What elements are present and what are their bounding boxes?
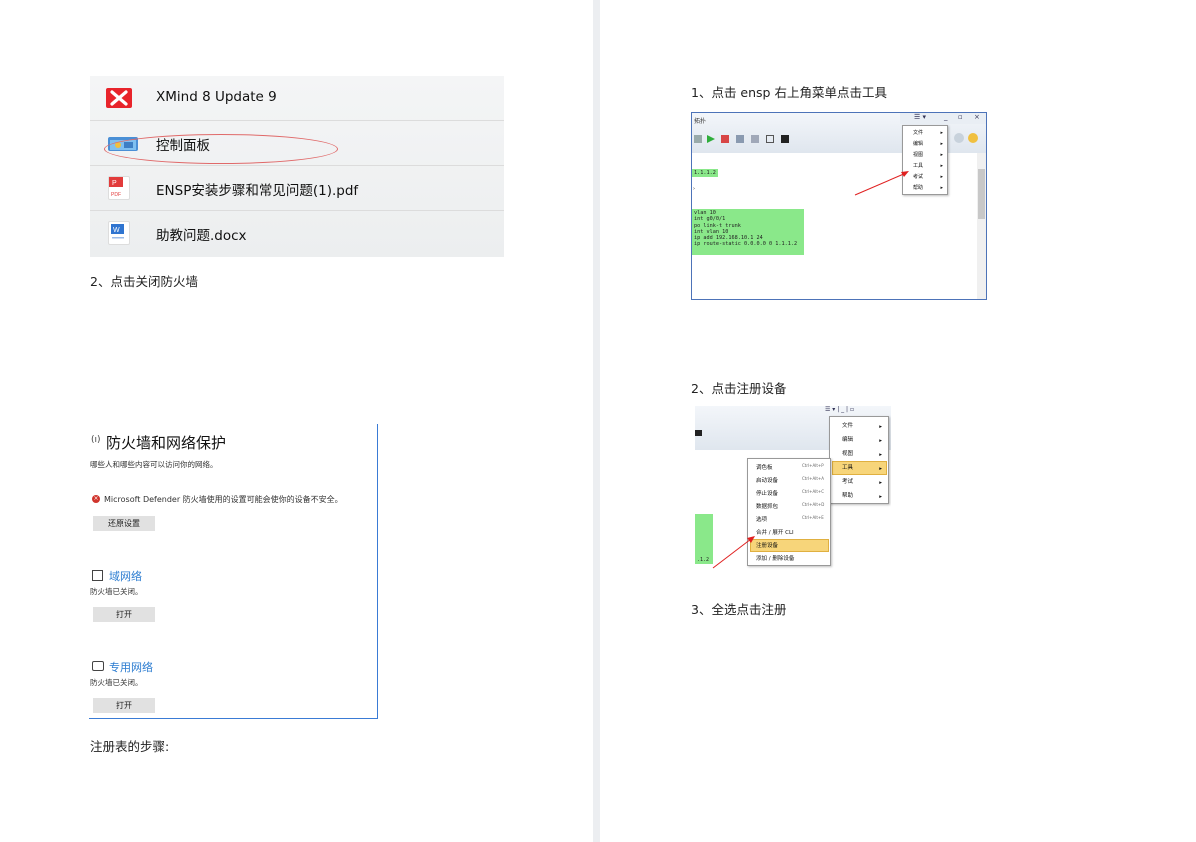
submenu-item-register-device[interactable]: 注册设备 [756, 541, 778, 549]
submenu-item-stop[interactable]: 停止设备 [756, 489, 778, 497]
red-arrow-2 [712, 536, 755, 569]
tools-submenu: 调色板 Ctrl+Alt+P 启动设备 Ctrl+Alt+A 停止设备 Ctrl… [747, 458, 831, 566]
firewall-warning: Microsoft Defender 防火墙使用的设置可能会使你的设备不安全。 [104, 495, 343, 504]
menu-item-tools[interactable]: 工具 [842, 463, 853, 471]
menu-item-file[interactable]: 文件 [913, 129, 923, 136]
pdf-icon: P PDF [108, 176, 130, 200]
red-arrow [854, 171, 909, 196]
left-page: XMind 8 Update 9 控制面板 P PDF ENSP安装步骤和常见问题… [0, 0, 593, 842]
submenu-item-start[interactable]: 启动设备 [756, 476, 778, 484]
menu-icon[interactable]: ☰ ▾ | _ | ▫ [825, 406, 854, 413]
submenu-item-merge-cli[interactable]: 合并 / 展开 CLI [756, 528, 794, 536]
list-item[interactable]: XMind 8 Update 9 [90, 76, 504, 121]
menu-icon[interactable]: ☰ ▾ [914, 113, 926, 121]
firewall-title: 防火墙和网络保护 [106, 434, 227, 452]
ensp-main-menu-2: 文件 编辑 视图 工具 考试 帮助 ▸ ▸ ▸ ▸ ▸ ▸ [829, 416, 889, 504]
private-network-open-button[interactable]: 打开 [93, 698, 155, 713]
right-page: 1、点击 ensp 右上角菜单点击工具 拓扑 ☰ ▾ _ ▫ × 1.1.1.2… [600, 0, 1196, 842]
xmind-icon [106, 88, 132, 108]
tool-icon[interactable] [694, 135, 702, 143]
scrollbar[interactable] [977, 153, 986, 299]
svg-text:PDF: PDF [111, 192, 121, 198]
ensp-window-title: 拓扑 [694, 118, 707, 125]
capture-icon[interactable] [736, 135, 744, 143]
firewall-subtitle: 哪些人和哪些内容可以访问你的网络。 [90, 460, 218, 469]
step3-caption: 3、全选点击注册 [691, 602, 787, 617]
menu-item-edit[interactable]: 编辑 [842, 435, 853, 443]
restore-settings-button[interactable]: 还原设置 [93, 516, 155, 531]
private-network-link[interactable]: 专用网络 [109, 659, 153, 675]
ensp-window: 拓扑 ☰ ▾ _ ▫ × 1.1.1.2 › vlan 10 int g0/0/… [691, 112, 987, 300]
title-controls: ☰ ▾ _ ▫ × [900, 113, 986, 124]
menu-item-file[interactable]: 文件 [842, 421, 853, 429]
start-icon[interactable] [707, 135, 715, 143]
svg-text:W: W [113, 227, 120, 234]
list-item[interactable]: P PDF ENSP安装步骤和常见问题(1).pdf [90, 166, 504, 211]
step1-caption: 1、点击 ensp 右上角菜单点击工具 [691, 85, 887, 100]
settings-icon[interactable] [954, 133, 964, 143]
private-network-status: 防火墙已关闭。 [90, 678, 143, 687]
word-icon: W [108, 221, 130, 245]
minimize-icon[interactable]: _ [944, 113, 948, 121]
cli-icon[interactable] [695, 430, 702, 436]
menu-item-edit[interactable]: 编辑 [913, 140, 923, 147]
menu-item-exam[interactable]: 考试 [913, 173, 923, 180]
firewall-panel: (ı) 防火墙和网络保护 哪些人和哪些内容可以访问你的网络。 × Microso… [89, 424, 378, 719]
list-item[interactable]: W 助教问题.docx [90, 211, 504, 255]
error-icon: × [92, 495, 100, 503]
private-network-icon [92, 661, 104, 671]
menu-item-tools[interactable]: 工具 [913, 162, 923, 169]
restore-icon[interactable]: ▫ [958, 113, 963, 121]
submenu-item-options[interactable]: 选项 [756, 515, 767, 523]
code-short: 1.1.1.2 [692, 169, 718, 178]
registry-caption: 注册表的步骤: [90, 739, 170, 754]
highlight-circle [104, 134, 338, 164]
svg-text:P: P [112, 180, 117, 187]
submenu-item-palette[interactable]: 调色板 [756, 463, 773, 471]
cli-icon[interactable] [781, 135, 789, 143]
menu-item-exam[interactable]: 考试 [842, 477, 853, 485]
code-block: vlan 10 int g0/0/1 po link-t trunk int v… [692, 209, 804, 255]
menu-item-help[interactable]: 帮助 [913, 184, 923, 191]
domain-network-status: 防火墙已关闭。 [90, 587, 143, 596]
submenu-item-capture[interactable]: 数据抓包 [756, 502, 778, 510]
palette-icon[interactable] [751, 135, 759, 143]
menu-item-view[interactable]: 视图 [913, 151, 923, 158]
menu-item-help[interactable]: 帮助 [842, 491, 853, 499]
step2-caption: 2、点击关闭防火墙 [90, 274, 198, 289]
close-icon[interactable]: × [974, 113, 980, 121]
stop-icon[interactable] [721, 135, 729, 143]
domain-network-icon [92, 570, 103, 581]
menu-item-view[interactable]: 视图 [842, 449, 853, 457]
window-icon[interactable] [766, 135, 774, 143]
help-icon[interactable] [968, 133, 978, 143]
step2-caption-right: 2、点击注册设备 [691, 381, 787, 396]
ensp-window-2: ☰ ▾ | _ | ▫ 文件 编辑 视图 工具 考试 帮助 ▸ ▸ ▸ ▸ ▸ ▸ 调色板… [695, 406, 891, 571]
domain-network-link[interactable]: 域网络 [109, 568, 142, 584]
file-list: XMind 8 Update 9 控制面板 P PDF ENSP安装步骤和常见问题… [90, 76, 504, 257]
wifi-icon: (ı) [91, 435, 101, 445]
submenu-item-add-remove-device[interactable]: 添加 / 删除设备 [756, 554, 794, 562]
domain-network-open-button[interactable]: 打开 [93, 607, 155, 622]
code-short-2: .1.2 [695, 556, 712, 565]
